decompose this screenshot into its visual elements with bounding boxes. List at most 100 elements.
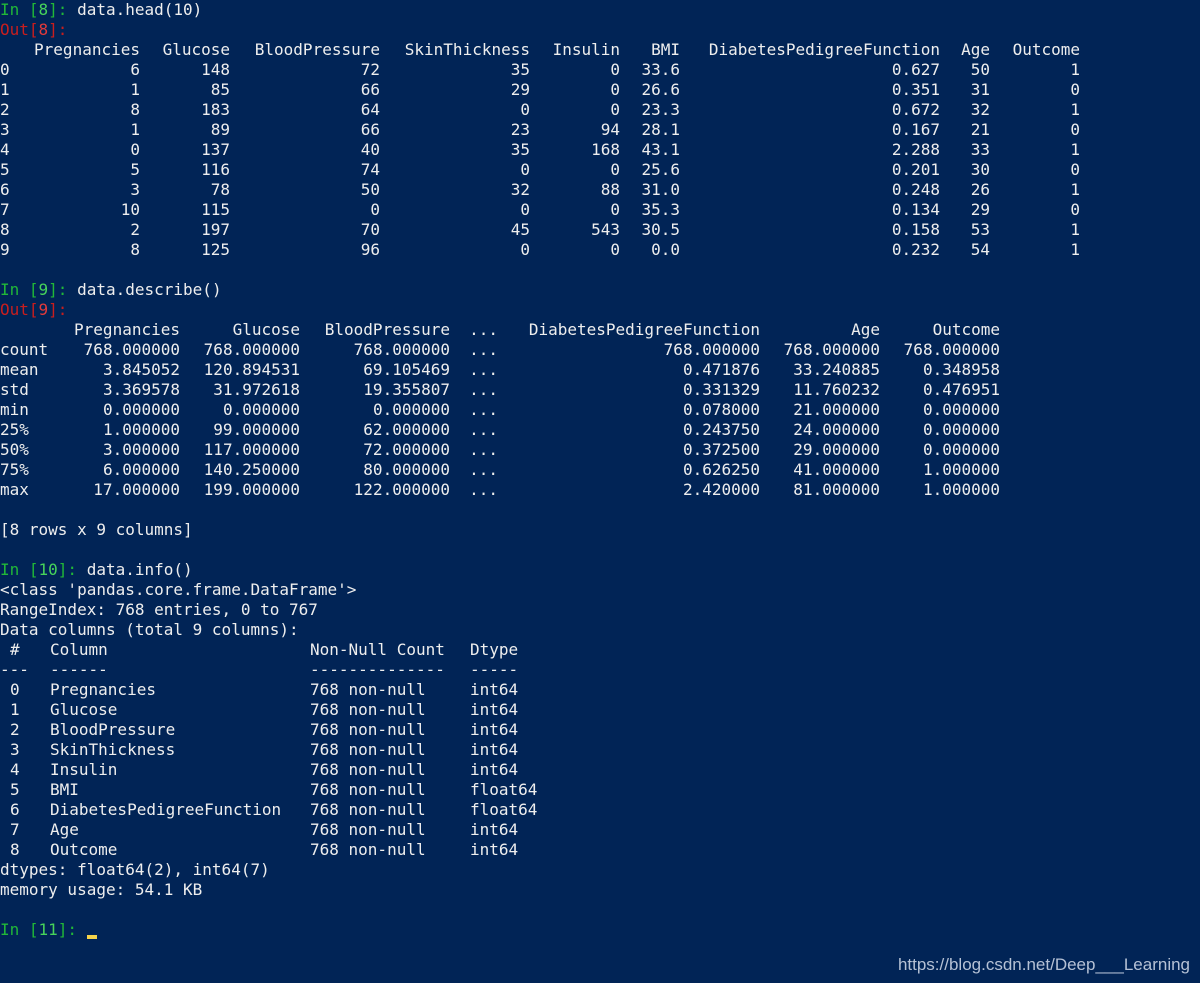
info-count: 768 non-null — [310, 780, 426, 799]
describe-column-header: Outcome — [932, 320, 1000, 339]
head-cell: 115 — [201, 200, 230, 219]
output-prompt-9: Out[9]: — [0, 300, 1200, 320]
describe-cell: 768.000000 — [83, 340, 180, 359]
info-header-column: Column — [50, 640, 108, 659]
input-prompt-11[interactable]: In [11]: — [0, 920, 1200, 940]
head-row: 9 8 125 96 0 0 0.0 0.232 54 1 — [0, 240, 1200, 260]
info-header-row: # Column Non-Null Count Dtype — [0, 640, 1200, 660]
describe-row: min 0.000000 0.000000 0.000000... 0.078000 21… — [0, 400, 1200, 420]
info-num: 6 — [10, 800, 20, 819]
head-cell: 0 — [520, 200, 530, 219]
describe-row-index: std — [0, 380, 29, 399]
head-row-index: 4 — [0, 140, 10, 159]
info-column: Age — [50, 820, 79, 839]
head-cell: 1 — [1070, 180, 1080, 199]
head-column-header: BloodPressure — [254, 40, 380, 59]
describe-row-index: 75% — [0, 460, 29, 479]
head-column-header: Age — [961, 40, 990, 59]
head-cell: 45 — [510, 220, 530, 239]
describe-cell: ... — [469, 380, 498, 399]
head-column-header: BMI — [651, 40, 680, 59]
head-cell: 23 — [510, 120, 530, 139]
info-column: Pregnancies — [50, 680, 156, 699]
head-row: 7 10 115 0 0 0 35.3 0.134 29 0 — [0, 200, 1200, 220]
info-range-index: RangeIndex: 768 entries, 0 to 767 — [0, 600, 318, 619]
describe-column-header: Glucose — [232, 320, 300, 339]
head-cell: 35 — [510, 140, 530, 159]
head-column-header: Outcome — [1012, 40, 1080, 59]
describe-cell: 0.078000 — [682, 400, 760, 419]
describe-cell: 3.000000 — [102, 440, 180, 459]
out-label: Out[ — [0, 300, 39, 319]
head-cell: 2 — [130, 220, 140, 239]
head-cell: 85 — [210, 80, 230, 99]
head-column-header: Insulin — [552, 40, 620, 59]
info-count: 768 non-null — [310, 820, 426, 839]
describe-cell: 0.348958 — [922, 360, 1000, 379]
head-cell: 0 — [610, 80, 620, 99]
info-header-count: Non-Null Count — [310, 640, 445, 659]
describe-column-header: BloodPressure — [324, 320, 450, 339]
head-row: 1 1 85 66 29 0 26.6 0.351 31 0 — [0, 80, 1200, 100]
head-cell: 54 — [970, 240, 990, 259]
head-row-index: 5 — [0, 160, 10, 179]
head-cell: 32 — [970, 100, 990, 119]
in-label: In [ — [0, 0, 39, 19]
head-cell: 25.6 — [641, 160, 680, 179]
head-cell: 3 — [130, 180, 140, 199]
info-class-line: <class 'pandas.core.frame.DataFrame'> — [0, 580, 357, 599]
head-cell: 2.288 — [891, 140, 940, 159]
head-cell: 1 — [1070, 240, 1080, 259]
head-cell: 96 — [360, 240, 380, 259]
info-count: 768 non-null — [310, 700, 426, 719]
head-cell: 23.3 — [641, 100, 680, 119]
head-cell: 89 — [210, 120, 230, 139]
head-cell: 0.158 — [891, 220, 940, 239]
head-cell: 197 — [201, 220, 230, 239]
info-row: 5 BMI 768 non-null float64 — [0, 780, 1200, 800]
describe-cell: 0.626250 — [682, 460, 760, 479]
describe-cell: 0.243750 — [682, 420, 760, 439]
info-column: DiabetesPedigreeFunction — [50, 800, 282, 819]
head-cell: 0 — [370, 200, 380, 219]
info-count: 768 non-null — [310, 720, 426, 739]
head-cell: 1 — [1070, 100, 1080, 119]
head-row: 8 2 197 70 45 543 30.5 0.158 53 1 — [0, 220, 1200, 240]
describe-cell: 72.000000 — [363, 440, 450, 459]
head-cell: 66 — [360, 120, 380, 139]
info-dtypes-line: dtypes: float64(2), int64(7) — [0, 860, 270, 879]
describe-row: count 768.000000 768.000000 768.000000... 76… — [0, 340, 1200, 360]
text-cursor[interactable] — [86, 935, 97, 939]
head-cell: 33 — [970, 140, 990, 159]
describe-cell: ... — [469, 340, 498, 359]
info-num: 2 — [10, 720, 20, 739]
in-label: In [ — [0, 280, 39, 299]
info-column: Insulin — [50, 760, 118, 779]
head-row-index: 1 — [0, 80, 10, 99]
command-text: data.head(10) — [77, 0, 203, 19]
input-prompt-10: In [10]: data.info() — [0, 560, 1200, 580]
out-label: Out[ — [0, 20, 39, 39]
in-number: 9 — [38, 280, 49, 299]
info-row: 3 SkinThickness 768 non-null int64 — [0, 740, 1200, 760]
head-cell: 0 — [130, 140, 140, 159]
command-text: data.info() — [86, 560, 193, 579]
head-cell: 35 — [510, 60, 530, 79]
info-count: 768 non-null — [310, 760, 426, 779]
describe-row: 25% 1.000000 99.000000 62.000000... 0.243750… — [0, 420, 1200, 440]
head-cell: 0.672 — [891, 100, 940, 119]
info-row: 7 Age 768 non-null int64 — [0, 820, 1200, 840]
head-cell: 1 — [1070, 140, 1080, 159]
describe-cell: ... — [469, 440, 498, 459]
describe-row-index: min — [0, 400, 29, 419]
head-cell: 10 — [120, 200, 140, 219]
head-cell: 31 — [970, 80, 990, 99]
describe-cell: 0.000000 — [222, 400, 300, 419]
head-cell: 53 — [970, 220, 990, 239]
ipython-console: In [8]: data.head(10) Out[8]: Pregnancie… — [0, 0, 1200, 940]
shape-note: [8 rows x 9 columns] — [0, 520, 193, 539]
describe-cell: 0.471876 — [682, 360, 760, 379]
describe-cell: 81.000000 — [793, 480, 880, 499]
describe-cell: 62.000000 — [363, 420, 450, 439]
describe-cell: 140.250000 — [203, 460, 300, 479]
